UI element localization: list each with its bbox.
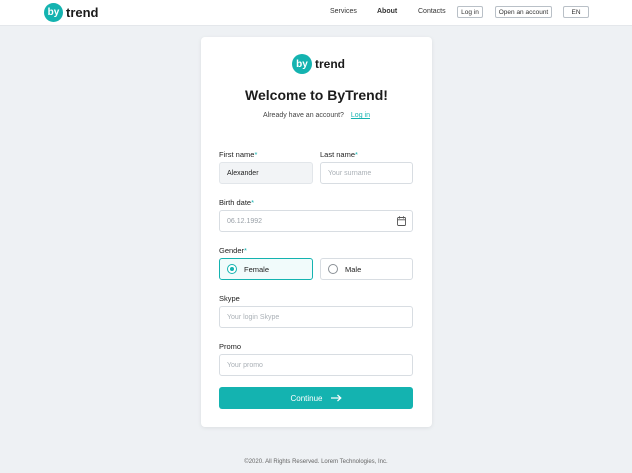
promo-input[interactable]: Your promo: [219, 354, 413, 376]
birth-date-label: Birth date*: [219, 198, 254, 207]
required-mark: *: [254, 150, 258, 159]
continue-button-label: Continue: [290, 393, 323, 403]
required-mark: *: [251, 198, 255, 207]
open-account-button[interactable]: Open an account: [495, 6, 552, 18]
gender-option-label: Female: [244, 264, 270, 274]
language-selector[interactable]: EN: [563, 6, 589, 18]
footer-copyright: ©2020. All Rights Reserved. Lorem Techno…: [244, 459, 388, 465]
gender-option-female[interactable]: Female: [219, 258, 313, 280]
gender-label-text: Gender: [219, 246, 245, 255]
gender-label: Gender*: [219, 246, 247, 255]
nav-about[interactable]: About: [377, 8, 397, 15]
top-navbar: by trend Services About Contacts Log in …: [0, 0, 632, 26]
radio-checked-icon[interactable]: [227, 264, 237, 274]
first-name-input[interactable]: Alexander: [219, 162, 313, 184]
logo-mark-icon: by: [44, 3, 63, 22]
birth-date-placeholder: 06.12.1992: [227, 217, 263, 225]
first-name-label: First name*: [219, 150, 257, 159]
required-mark: *: [244, 246, 247, 255]
skype-input[interactable]: Your login Skype: [219, 306, 413, 328]
last-name-label-text: Last name: [320, 150, 356, 159]
promo-label: Promo: [219, 342, 242, 351]
registration-card: by trend Welcome to ByTrend! Already hav…: [201, 37, 432, 427]
required-mark: *: [355, 150, 358, 159]
continue-button[interactable]: Continue: [219, 387, 413, 409]
logo-wordmark: trend: [66, 5, 99, 20]
brand-logo[interactable]: by trend: [44, 3, 99, 22]
header-login-button[interactable]: Log in: [457, 6, 483, 18]
last-name-label: Last name*: [320, 150, 358, 159]
arrow-right-icon: [330, 394, 342, 402]
card-logo: by trend: [292, 54, 345, 74]
last-name-input[interactable]: Your surname: [320, 162, 413, 184]
gender-option-label: Male: [345, 264, 362, 274]
logo-wordmark: trend: [315, 57, 345, 71]
first-name-label-text: First name: [219, 150, 255, 159]
radio-unchecked-icon[interactable]: [328, 264, 338, 274]
birth-date-label-text: Birth date: [219, 198, 252, 207]
login-prompt: Already have an account? Log in: [201, 112, 432, 119]
page-title: Welcome to ByTrend!: [245, 87, 388, 103]
skype-label: Skype: [219, 294, 240, 303]
login-prompt-text: Already have an account?: [263, 112, 344, 119]
nav-services[interactable]: Services: [330, 8, 357, 15]
nav-contacts[interactable]: Contacts: [418, 8, 446, 15]
gender-option-male[interactable]: Male: [320, 258, 413, 280]
birth-date-input[interactable]: 06.12.1992: [219, 210, 413, 232]
logo-mark-icon: by: [292, 54, 312, 74]
calendar-icon[interactable]: [397, 216, 406, 226]
login-link[interactable]: Log in: [351, 112, 370, 119]
